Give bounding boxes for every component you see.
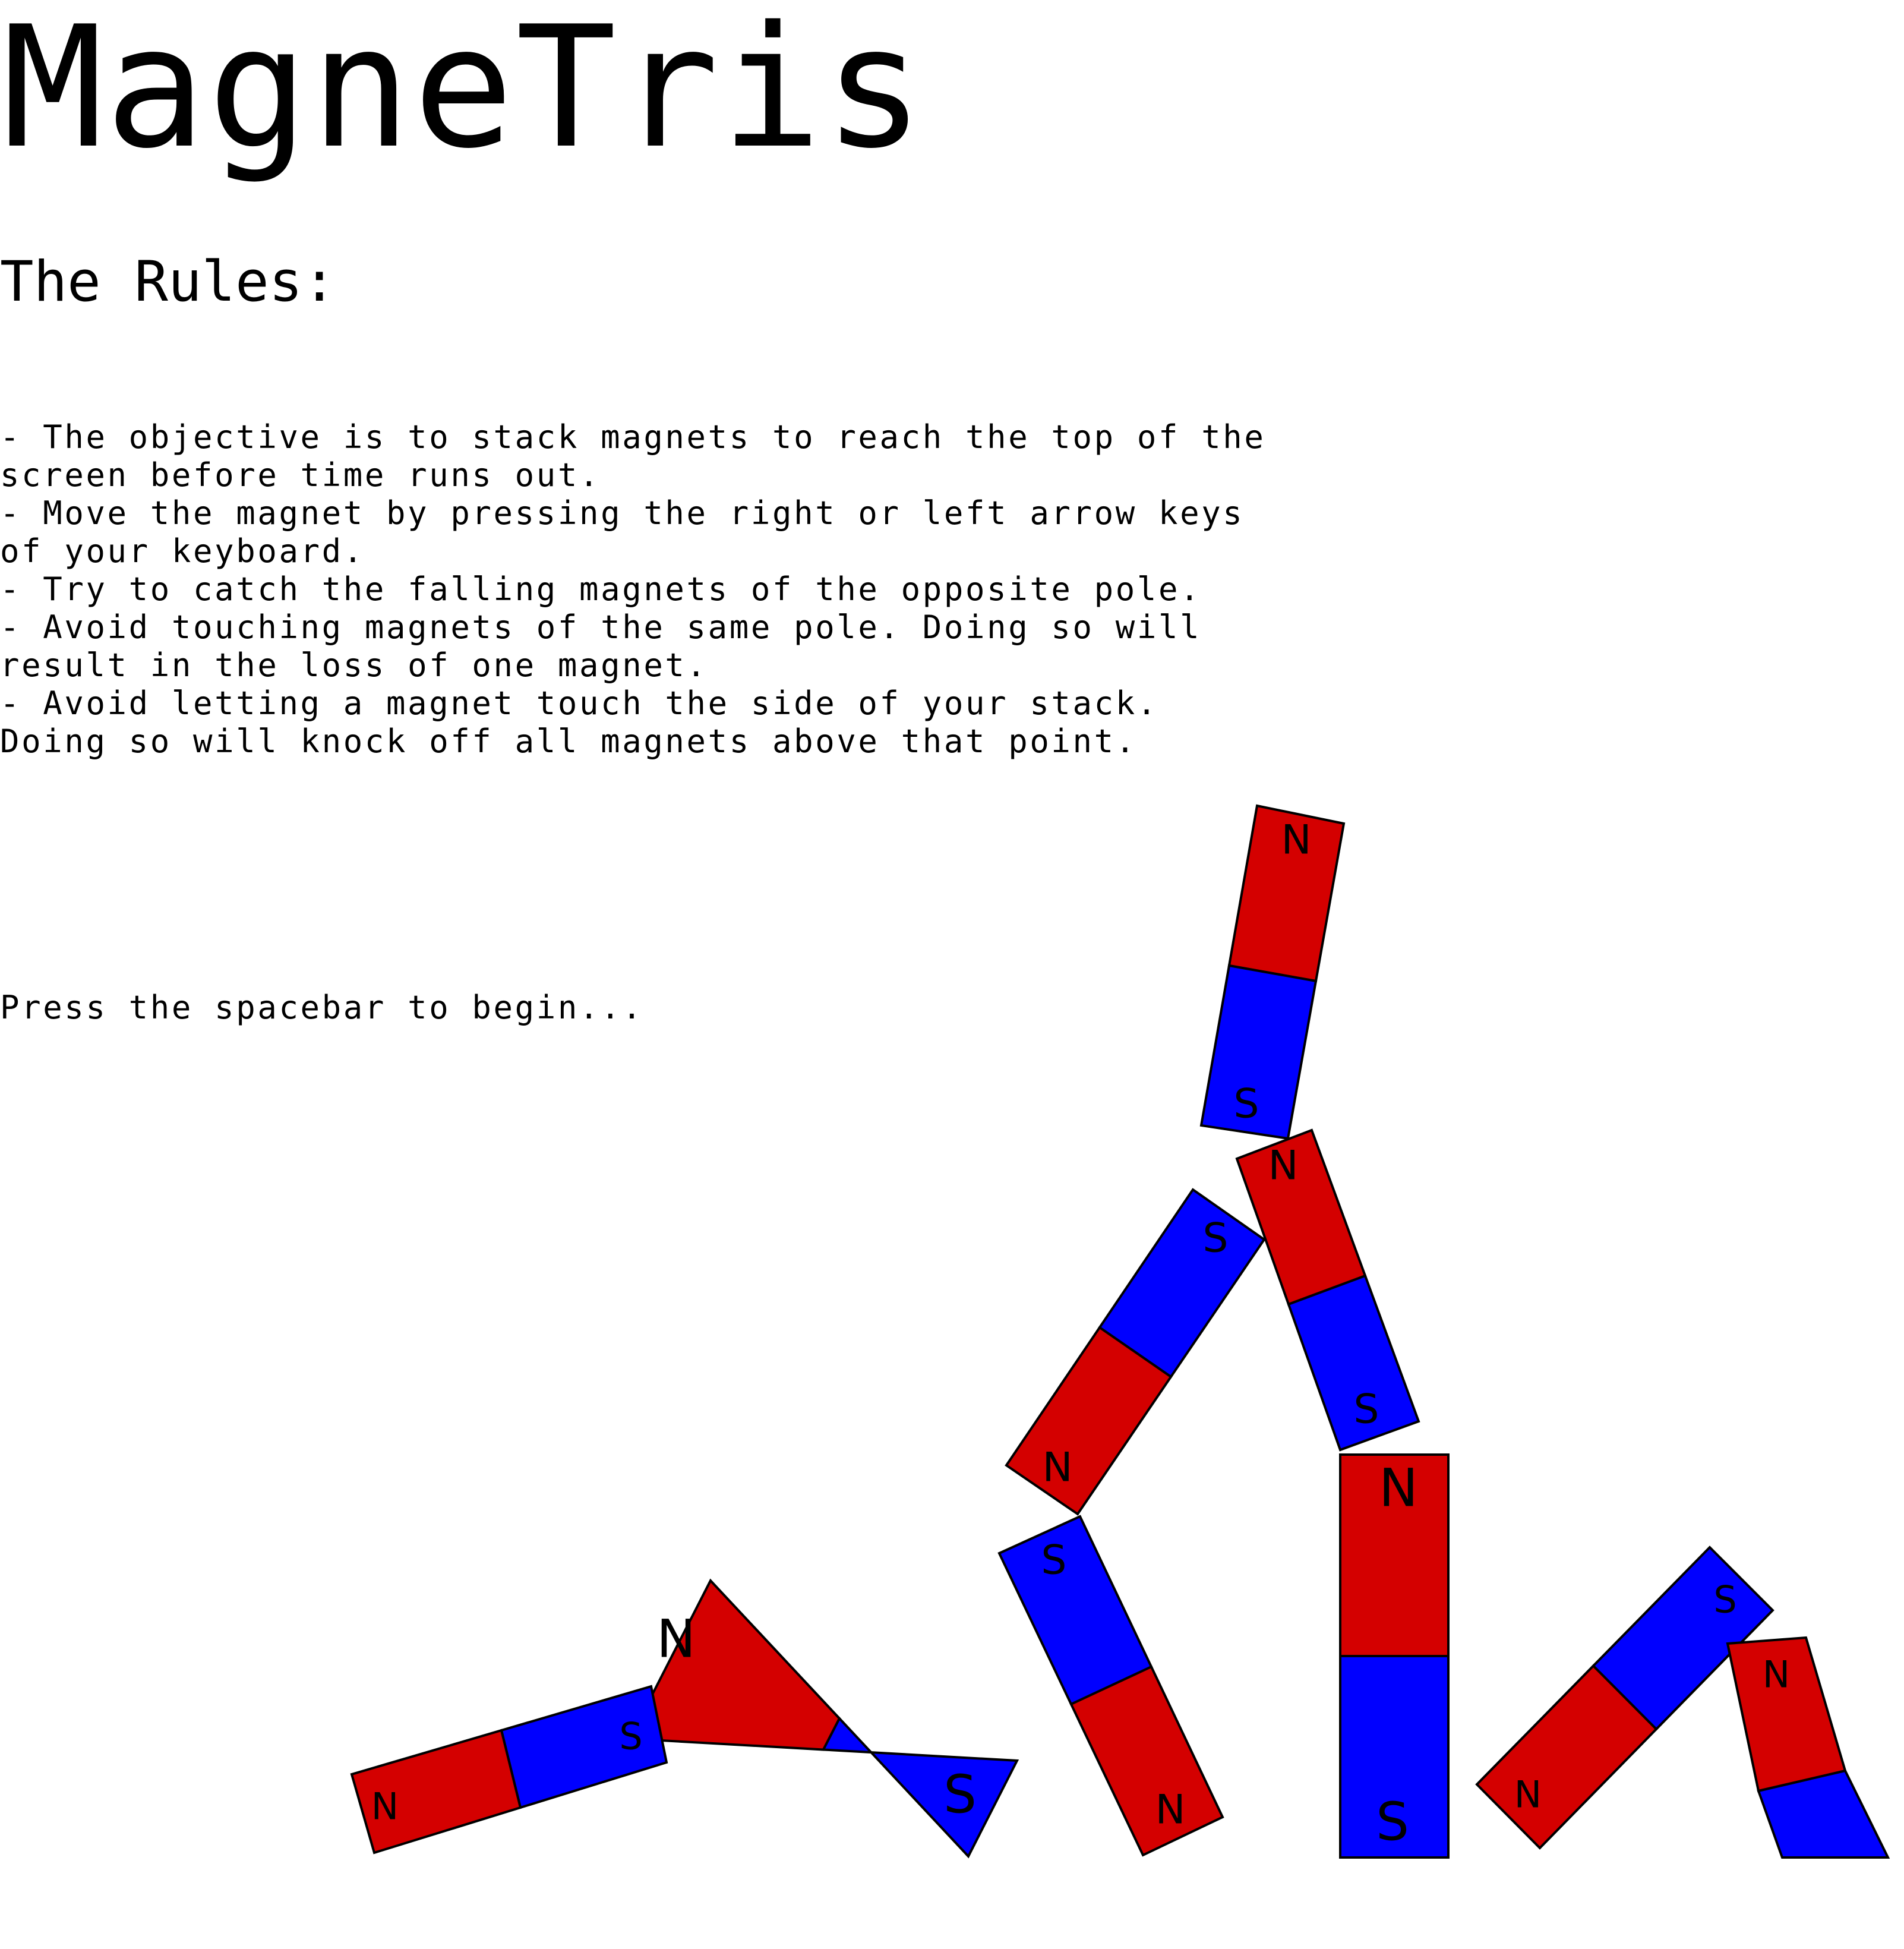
south-pole-label: S [1353, 1386, 1379, 1433]
magnet: NS [997, 1515, 1224, 1857]
magnet-stack: NSNSNSNSNSNSNSNSN [350, 804, 1890, 1859]
magnet: N [1726, 1636, 1890, 1859]
south-pole-segment [821, 1716, 1019, 1859]
south-pole-segment [997, 1515, 1153, 1706]
magnet: NS [1235, 1128, 1420, 1452]
magnet: NS [1199, 804, 1346, 1140]
magnet: NS [350, 1685, 668, 1855]
north-pole-segment [1069, 1665, 1224, 1857]
south-pole-label: S [619, 1715, 642, 1758]
magnet: NS [627, 1578, 1019, 1859]
north-pole-label: N [1379, 1458, 1418, 1519]
south-pole-label: S [1233, 1081, 1259, 1128]
north-pole-label: N [1043, 1445, 1073, 1491]
magnet: NS [1005, 1188, 1266, 1516]
magnet: NS [1339, 1453, 1450, 1859]
north-pole-label: N [371, 1785, 399, 1828]
south-pole-label: S [1376, 1792, 1409, 1853]
magnet: NS [1475, 1546, 1774, 1850]
north-pole-segment [1235, 1128, 1367, 1306]
north-pole-label: N [1281, 817, 1312, 864]
south-pole-label: S [943, 1764, 977, 1825]
north-pole-label: N [1763, 1653, 1790, 1696]
south-pole-label: S [1713, 1578, 1736, 1622]
south-pole-label: S [1202, 1215, 1228, 1262]
north-pole-label: N [1155, 1787, 1186, 1834]
north-pole-label: N [656, 1609, 696, 1670]
north-pole-label: N [1268, 1143, 1299, 1190]
north-pole-label: N [1514, 1773, 1542, 1816]
south-pole-label: S [1041, 1537, 1066, 1584]
